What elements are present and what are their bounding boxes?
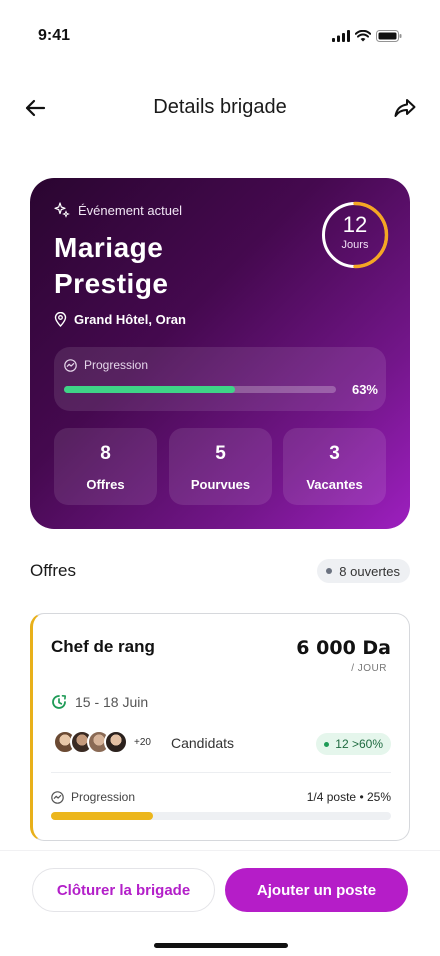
bottom-action-bar: Clôturer la brigade Ajouter un poste: [0, 850, 440, 956]
status-time: 9:41: [38, 27, 71, 44]
offers-section-title: Offres: [30, 561, 76, 580]
offer-progress-fill: [51, 812, 153, 820]
more-candidates-count: +20: [134, 736, 151, 748]
stat-value: 5: [215, 443, 226, 464]
offer-dates-label: 15 - 18 Juin: [75, 694, 149, 710]
event-title-line-1: Mariage: [54, 232, 164, 263]
wifi-icon: [355, 30, 371, 42]
stat-value: 8: [100, 443, 111, 464]
event-location-label: Grand Hôtel, Oran: [74, 312, 186, 327]
divider: [51, 772, 391, 773]
countdown-unit: Jours: [341, 239, 369, 251]
share-icon: [394, 99, 416, 117]
progress-icon: [51, 790, 64, 804]
event-card: Événement actuel Mariage Prestige Grand …: [30, 178, 410, 529]
offer-card[interactable]: Chef de rang 6 000 Da / JOUR 15 - 18 Jui…: [30, 613, 410, 841]
event-title-line-2: Prestige: [54, 268, 169, 299]
sparkle-icon: [54, 202, 70, 218]
stat-vacantes: 3 Vacantes: [283, 428, 386, 505]
top-nav: Details brigade: [0, 86, 440, 130]
location-pin-icon: [54, 312, 67, 327]
countdown-ring: 12 Jours: [320, 200, 390, 270]
candidate-avatars[interactable]: +20: [53, 730, 151, 754]
match-badge: 12 >60%: [316, 733, 391, 755]
offer-progress-label: Progression: [71, 790, 136, 804]
status-icons: [332, 30, 402, 42]
event-progress-percent: 63%: [351, 382, 378, 397]
offer-price-unit: / JOUR: [351, 663, 387, 674]
offer-progress-stat: 1/4 poste • 25%: [306, 790, 391, 804]
stat-label: Offres: [86, 477, 125, 492]
offer-title: Chef de rang: [51, 637, 155, 656]
status-dot: [326, 568, 333, 574]
close-brigade-button[interactable]: Clôturer la brigade: [32, 868, 215, 912]
stat-value: 3: [329, 443, 340, 464]
calendar-clock-icon: [52, 695, 66, 709]
add-position-button[interactable]: Ajouter un poste: [225, 868, 408, 912]
event-tag: Événement actuel: [54, 202, 182, 218]
event-progress-label: Progression: [84, 358, 149, 372]
offer-progress-header: Progression: [51, 790, 135, 804]
avatar: [104, 730, 128, 754]
battery-icon: [376, 30, 402, 42]
open-offers-label: 8 ouvertes: [339, 563, 400, 579]
stat-label: Vacantes: [306, 477, 363, 492]
offer-price: 6 000 Da: [296, 637, 391, 659]
open-offers-badge: 8 ouvertes: [317, 559, 410, 583]
event-location: Grand Hôtel, Oran: [54, 312, 186, 327]
event-progress: Progression 63%: [54, 347, 386, 411]
countdown-value: 12: [342, 212, 368, 237]
event-progress-fill: [64, 386, 236, 393]
event-progress-header: Progression: [64, 358, 148, 372]
stat-label: Pourvues: [190, 477, 251, 492]
status-dot: [324, 741, 330, 747]
offer-dates: 15 - 18 Juin: [51, 694, 148, 710]
match-badge-label: 12 >60%: [335, 737, 383, 751]
candidates-label: Candidats: [171, 735, 235, 751]
progress-icon: [64, 358, 77, 372]
event-tag-label: Événement actuel: [78, 202, 183, 218]
event-progress-track: [64, 386, 336, 393]
event-title: Mariage Prestige: [54, 230, 274, 302]
stat-pourvues: 5 Pourvues: [169, 428, 272, 505]
offer-progress-track: [51, 812, 391, 820]
stat-offres: 8 Offres: [54, 428, 157, 505]
status-bar: 9:41: [0, 0, 440, 60]
signal-icon: [332, 30, 350, 42]
page-title: Details brigade: [153, 96, 287, 118]
home-indicator: [154, 943, 288, 948]
share-button[interactable]: [392, 96, 418, 120]
